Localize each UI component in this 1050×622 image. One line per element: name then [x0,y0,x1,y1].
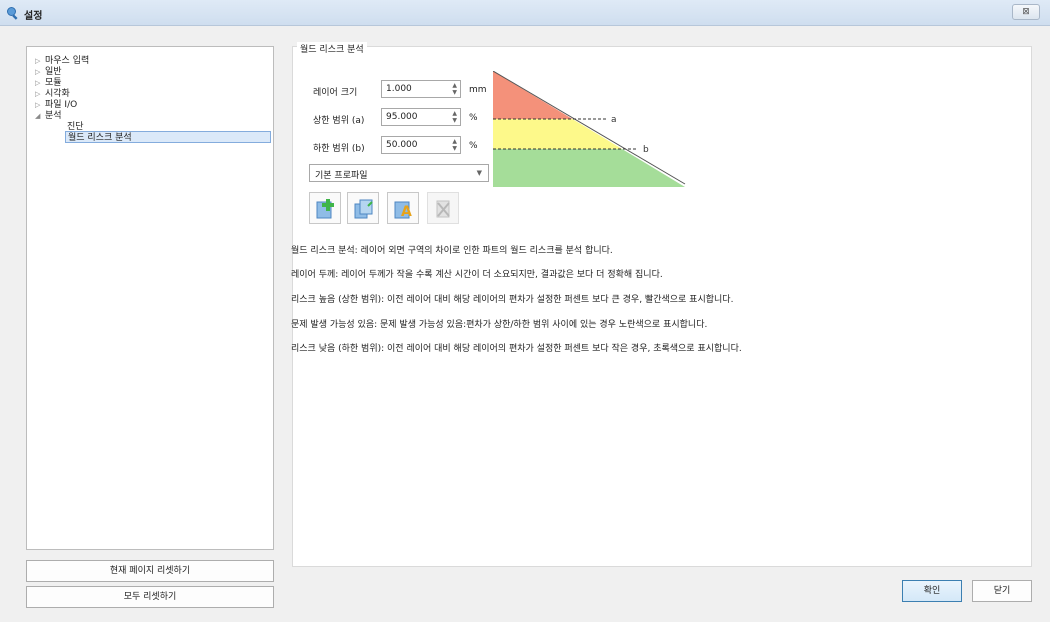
spin-arrows-icon[interactable]: ▲ ▼ [452,138,457,152]
rename-profile-button[interactable]: A [387,192,419,224]
tree-item-label: 시각화 [45,89,70,99]
spin-arrows-icon[interactable]: ▲ ▼ [452,110,457,124]
chevron-down-icon: ▼ [476,169,482,177]
close-button[interactable]: 닫기 [972,580,1032,602]
upper-limit-unit: % [469,113,478,123]
layer-size-unit: mm [469,85,487,95]
collapse-arrow-icon[interactable]: ◢ [35,110,45,122]
lower-limit-unit: % [469,141,478,151]
tree-item-label: 분석 [45,111,62,121]
description-line-5: 리스크 낮음 (하한 범위): 이전 레이어 대비 해당 레이어의 편차가 설정… [291,344,742,354]
diagram-label-b: b [643,145,649,155]
copy-profile-button[interactable] [347,192,379,224]
delete-profile-button[interactable] [427,192,459,224]
lower-limit-spinbox[interactable]: 50.000 ▲ ▼ [381,136,461,154]
delete-profile-icon [436,200,450,218]
description-line-3: 리스크 높음 (상한 범위): 이전 레이어 대비 해당 레이어의 편차가 설정… [291,295,734,305]
ok-button[interactable]: 확인 [902,580,962,602]
risk-diagram: a b [493,71,693,187]
tree-item-label: 파일 I/O [45,100,78,110]
upper-limit-label: 상한 범위 (a) [313,116,365,126]
title-bar: 설정 ⊠ [0,0,1050,26]
description-line-2: 레이어 두께: 레이어 두께가 작을 수록 계산 시간이 더 소요되지만, 결과… [291,270,663,280]
rename-profile-icon: A [394,201,412,220]
tree-item-analysis[interactable]: ◢ 분석 [35,110,62,122]
window-close-button[interactable]: ⊠ [1012,4,1040,20]
lower-limit-label: 하한 범위 (b) [313,144,365,154]
profile-select[interactable]: 기본 프로파일 ▼ [309,164,489,182]
settings-search-icon [7,7,18,20]
tree-item-label: 월드 리스크 분석 [68,133,132,143]
settings-content-panel: 월드 리스크 분석 레이어 크기 1.000 ▲ ▼ mm 상한 범위 (a) 9… [291,42,1032,567]
layer-size-spinbox[interactable]: 1.000 ▲ ▼ [381,80,461,98]
add-profile-icon [316,199,334,219]
tree-item-label: 모듈 [45,78,62,88]
tree-item-world-risk-analysis[interactable]: 월드 리스크 분석 [65,131,271,143]
tree-item-label: 일반 [45,67,62,77]
layer-size-value: 1.000 [386,84,412,94]
group-title: 월드 리스크 분석 [297,42,367,55]
layer-size-label: 레이어 크기 [313,88,358,98]
settings-tree: ▷ 마우스 입력 ▷ 일반 ▷ 모듈 ▷ 시각화 ▷ 파일 I/O ◢ 분석 진단 월드 리… [26,46,274,550]
spin-arrows-icon[interactable]: ▲ ▼ [452,82,457,96]
lower-limit-value: 50.000 [386,140,418,150]
upper-limit-value: 95.000 [386,112,418,122]
add-profile-button[interactable] [309,192,341,224]
svg-text:A: A [401,204,412,220]
upper-limit-spinbox[interactable]: 95.000 ▲ ▼ [381,108,461,126]
reset-all-button[interactable]: 모두 리셋하기 [26,586,274,608]
copy-profile-icon [354,199,373,219]
reset-current-page-button[interactable]: 현재 페이지 리셋하기 [26,560,274,582]
description-line-1: 월드 리스크 분석: 레이어 외면 구역의 차이로 인한 파트의 월드 리스크를… [291,246,613,256]
profile-select-value: 기본 프로파일 [315,171,368,181]
window-title: 설정 [24,11,43,22]
tree-item-label: 마우스 입력 [45,56,90,66]
description-line-4: 문제 발생 가능성 있음: 문제 발생 가능성 있음:편차가 상한/하한 범위 … [291,320,708,330]
diagram-label-a: a [611,115,617,125]
